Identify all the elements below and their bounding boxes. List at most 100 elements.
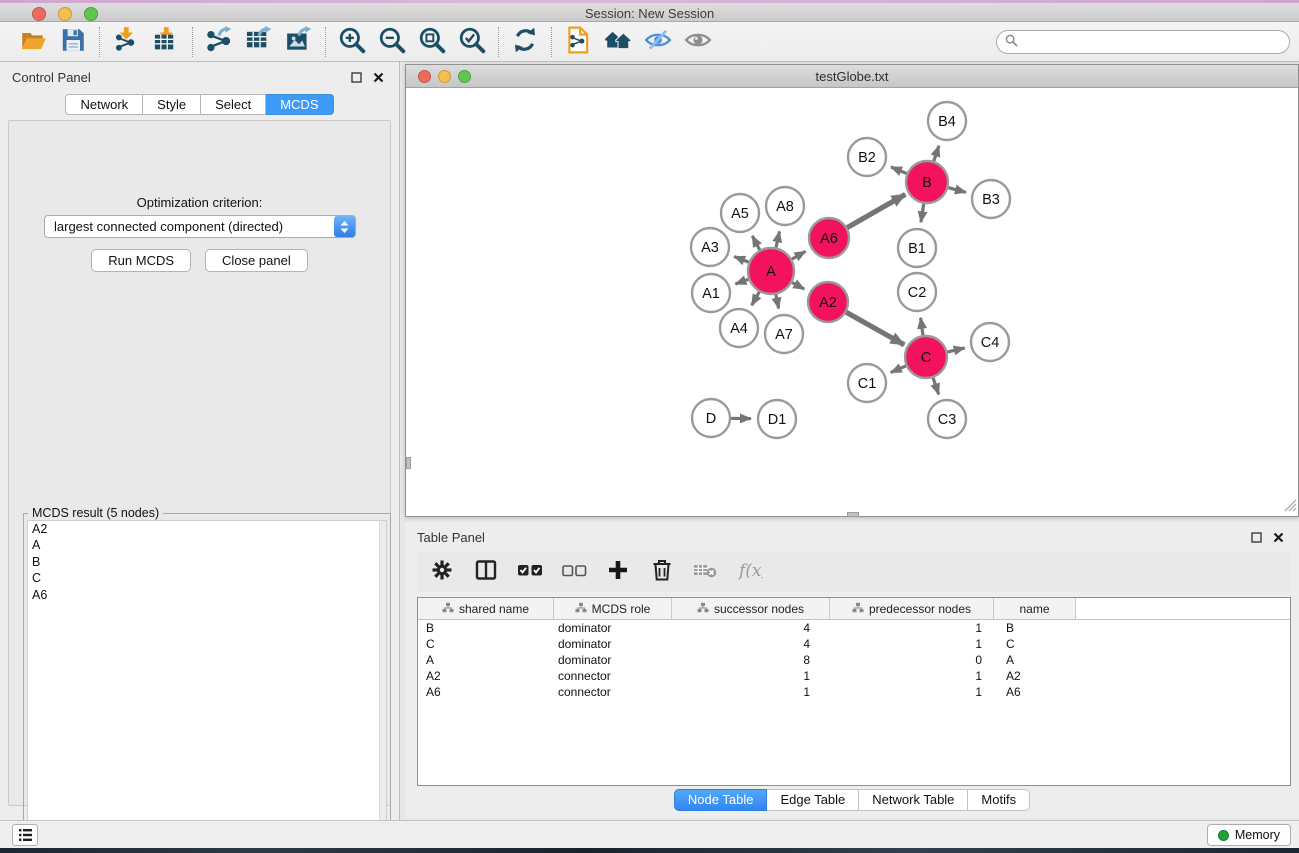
function-button[interactable]: f(x): [735, 557, 765, 587]
mcds-result-item[interactable]: B: [28, 554, 386, 570]
zoom-selected-button[interactable]: [455, 25, 489, 59]
node-A7[interactable]: A7: [765, 315, 803, 353]
tab-network[interactable]: Network: [65, 94, 143, 115]
columns-button[interactable]: [471, 557, 501, 587]
cell[interactable]: dominator: [554, 621, 672, 635]
cell[interactable]: A: [418, 653, 554, 667]
node-A1[interactable]: A1: [692, 274, 730, 312]
tab-style[interactable]: Style: [143, 94, 201, 115]
delete-table-button[interactable]: [691, 557, 721, 587]
resize-grip-icon[interactable]: [1282, 497, 1297, 515]
mcds-result-item[interactable]: A2: [28, 521, 386, 537]
search-input[interactable]: [1023, 32, 1289, 52]
zoom-in-button[interactable]: [335, 25, 369, 59]
cell[interactable]: 1: [830, 669, 994, 683]
node-A3[interactable]: A3: [691, 228, 729, 266]
cell[interactable]: connector: [554, 685, 672, 699]
refresh-layout-button[interactable]: [508, 25, 542, 59]
select-all-button[interactable]: [515, 557, 545, 587]
node-C2[interactable]: C2: [898, 273, 936, 311]
open-session-button[interactable]: [16, 25, 50, 59]
tab-node-table[interactable]: Node Table: [674, 789, 768, 811]
mcds-result-item[interactable]: A: [28, 537, 386, 553]
tab-network-table[interactable]: Network Table: [859, 789, 968, 811]
cell[interactable]: C: [418, 637, 554, 651]
cell[interactable]: dominator: [554, 637, 672, 651]
network-canvas[interactable]: B4B2BB3A5A8A6A3AB1A1C2A2A4A7C4CC1C3DD1: [406, 88, 1298, 516]
node-A5[interactable]: A5: [721, 194, 759, 232]
cell[interactable]: C: [994, 637, 1076, 651]
cell[interactable]: 0: [830, 653, 994, 667]
node-B4[interactable]: B4: [928, 102, 966, 140]
network-window-titlebar[interactable]: testGlobe.txt: [406, 65, 1298, 88]
export-image-button[interactable]: [282, 25, 316, 59]
cell[interactable]: 4: [672, 637, 830, 651]
save-session-button[interactable]: [56, 25, 90, 59]
node-A4[interactable]: A4: [720, 309, 758, 347]
column-header-predecessor-nodes[interactable]: predecessor nodes: [830, 598, 994, 619]
node-B1[interactable]: B1: [898, 229, 936, 267]
cell[interactable]: 8: [672, 653, 830, 667]
cell[interactable]: A6: [994, 685, 1076, 699]
node-B3[interactable]: B3: [972, 180, 1010, 218]
mcds-result-item[interactable]: A6: [28, 587, 386, 603]
node-C3[interactable]: C3: [928, 400, 966, 438]
float-panel-icon[interactable]: [349, 70, 363, 84]
result-scrollbar[interactable]: [379, 521, 386, 851]
node-D1[interactable]: D1: [758, 400, 796, 438]
task-history-button[interactable]: [12, 824, 38, 846]
close-panel-button[interactable]: Close panel: [205, 249, 308, 272]
column-header-MCDS-role[interactable]: MCDS role: [554, 598, 672, 619]
cell[interactable]: 1: [830, 637, 994, 651]
settings-button[interactable]: [427, 557, 457, 587]
deselect-all-button[interactable]: [559, 557, 589, 587]
hide-selected-button[interactable]: [641, 25, 675, 59]
table-row[interactable]: Bdominator41B: [418, 620, 1290, 636]
tab-edge-table[interactable]: Edge Table: [767, 789, 859, 811]
node-A8[interactable]: A8: [766, 187, 804, 225]
tab-select[interactable]: Select: [201, 94, 266, 115]
criterion-dropdown[interactable]: largest connected component (directed): [44, 215, 356, 238]
node-A6[interactable]: A6: [809, 218, 849, 258]
import-table-button[interactable]: [149, 25, 183, 59]
show-all-button[interactable]: [681, 25, 715, 59]
tab-motifs[interactable]: Motifs: [968, 789, 1030, 811]
table-float-panel-icon[interactable]: [1249, 530, 1263, 544]
import-network-button[interactable]: [109, 25, 143, 59]
column-header-shared-name[interactable]: shared name: [418, 598, 554, 619]
node-C4[interactable]: C4: [971, 323, 1009, 361]
cell[interactable]: 4: [672, 621, 830, 635]
column-header-successor-nodes[interactable]: successor nodes: [672, 598, 830, 619]
splitter-handle-bottom[interactable]: [847, 512, 859, 517]
cell[interactable]: A2: [418, 669, 554, 683]
cell[interactable]: A2: [994, 669, 1076, 683]
node-D[interactable]: D: [692, 399, 730, 437]
splitter-handle-left[interactable]: [406, 457, 411, 469]
node-C1[interactable]: C1: [848, 364, 886, 402]
mcds-result-list[interactable]: A2ABCA6: [27, 520, 387, 852]
table-row[interactable]: A6connector11A6: [418, 684, 1290, 700]
export-table-button[interactable]: [242, 25, 276, 59]
search-field[interactable]: [996, 30, 1290, 54]
edge-B-B3[interactable]: [945, 187, 966, 192]
edge-A2-C[interactable]: [844, 311, 905, 345]
delete-button[interactable]: [647, 557, 677, 587]
node-C[interactable]: C: [905, 336, 947, 378]
table-row[interactable]: Adominator80A: [418, 652, 1290, 668]
run-mcds-button[interactable]: Run MCDS: [91, 249, 191, 272]
edge-A6-B[interactable]: [845, 194, 906, 229]
network-from-selection-button[interactable]: [561, 25, 595, 59]
column-header-name[interactable]: name: [994, 598, 1076, 619]
cell[interactable]: connector: [554, 669, 672, 683]
table-row[interactable]: A2connector11A2: [418, 668, 1290, 684]
node-B2[interactable]: B2: [848, 138, 886, 176]
zoom-fit-button[interactable]: [415, 25, 449, 59]
cell[interactable]: dominator: [554, 653, 672, 667]
cell[interactable]: A: [994, 653, 1076, 667]
home-button[interactable]: [601, 25, 635, 59]
export-network-button[interactable]: [202, 25, 236, 59]
table-close-panel-icon[interactable]: [1271, 530, 1285, 544]
cell[interactable]: A6: [418, 685, 554, 699]
close-panel-icon[interactable]: [371, 70, 385, 84]
cell[interactable]: B: [994, 621, 1076, 635]
